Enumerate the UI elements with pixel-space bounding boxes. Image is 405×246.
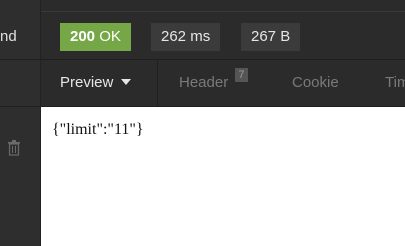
chevron-down-icon[interactable]: [121, 79, 132, 85]
tab-cookie[interactable]: Cookie: [292, 60, 339, 106]
tab-preview[interactable]: Preview: [41, 60, 158, 106]
response-body-text: {"limit":"11"}: [52, 121, 144, 138]
status-text: OK: [99, 28, 121, 45]
app-window: nd 200 OK 262 ms 267 B Preview Header 7 …: [0, 0, 405, 246]
trash-icon[interactable]: [8, 140, 20, 156]
header-count-badge: 7: [235, 68, 248, 82]
send-button-label[interactable]: nd: [0, 28, 17, 46]
sidebar-toolbar: [0, 60, 40, 107]
tab-header[interactable]: Header 7: [179, 60, 248, 106]
tab-preview-label: Preview: [60, 74, 114, 91]
response-status-bar: 200 OK 262 ms 267 B: [41, 12, 405, 60]
response-tabs: Preview Header 7 Cookie Tim: [41, 60, 405, 107]
send-button-area[interactable]: nd: [0, 0, 40, 60]
status-code: 200: [70, 28, 96, 45]
pane-top-strip: [41, 0, 405, 12]
status-badge: 200 OK: [60, 23, 131, 51]
response-size-badge: 267 B: [241, 23, 301, 51]
tab-header-label: Header: [179, 74, 229, 91]
response-preview: {"limit":"11"}: [41, 107, 405, 246]
response-pane: 200 OK 262 ms 267 B Preview Header 7 Coo…: [41, 0, 405, 246]
tab-timeline[interactable]: Tim: [385, 60, 405, 106]
response-time-badge: 262 ms: [151, 23, 221, 51]
request-sidebar: nd: [0, 0, 41, 246]
